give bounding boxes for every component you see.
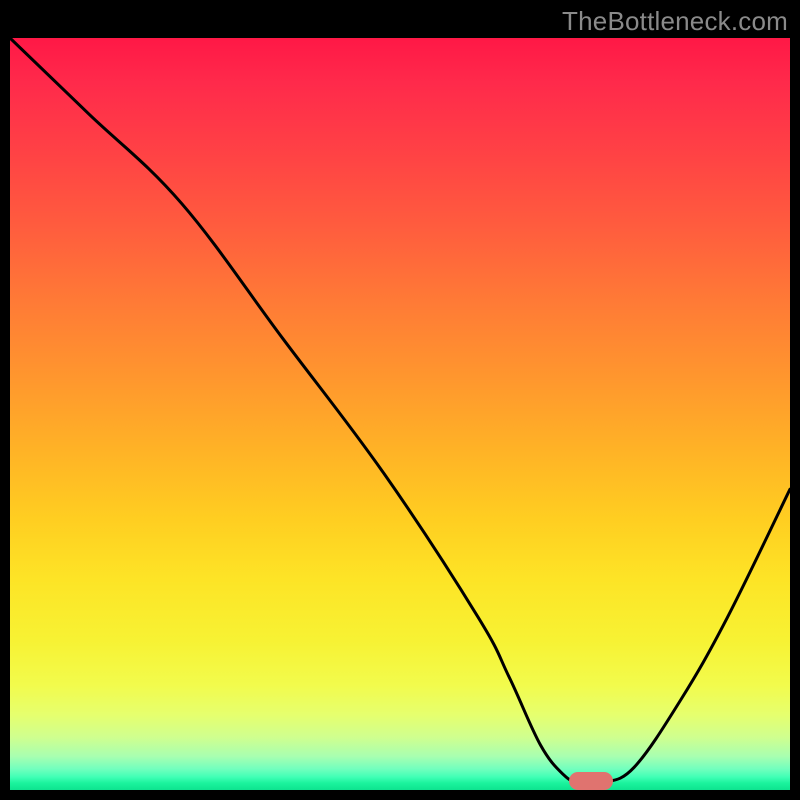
optimal-marker — [569, 772, 613, 790]
chart-canvas: TheBottleneck.com — [0, 0, 800, 800]
watermark-text: TheBottleneck.com — [562, 6, 788, 37]
bottleneck-curve — [10, 38, 790, 784]
curve-svg — [10, 38, 790, 790]
plot-area — [10, 38, 790, 790]
